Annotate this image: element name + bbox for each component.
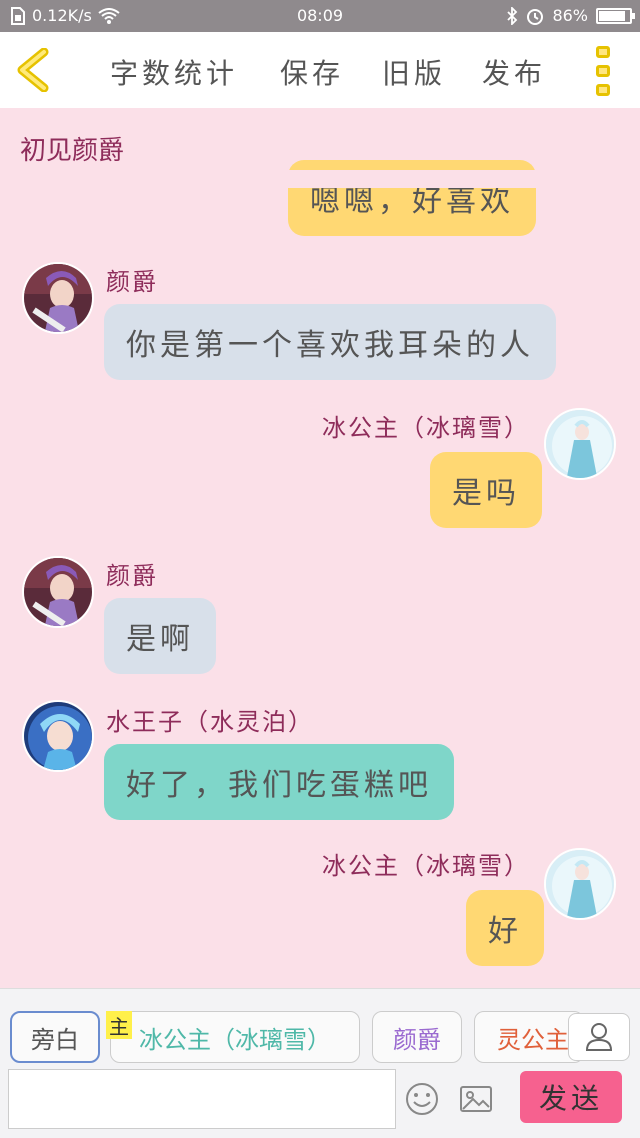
scroll-clip xyxy=(0,170,640,188)
battery-icon xyxy=(596,7,635,24)
save-button[interactable]: 保存 xyxy=(280,52,344,92)
chevron-left-icon xyxy=(17,47,49,93)
chat-bubble[interactable]: 好了，我们吃蛋糕吧 xyxy=(104,744,454,820)
avatar-ice-princess[interactable] xyxy=(544,848,616,920)
yanjue-avatar-icon xyxy=(24,264,92,332)
back-button[interactable] xyxy=(14,47,54,93)
image-icon xyxy=(460,1086,492,1112)
smiley-icon xyxy=(406,1083,438,1115)
image-button[interactable] xyxy=(458,1081,494,1117)
battery-percent: 86% xyxy=(552,6,588,25)
chat-bubble[interactable]: 好 xyxy=(466,890,544,966)
speaker-name: 冰公主（冰璃雪） xyxy=(322,414,530,442)
role-narrator-button[interactable]: 旁白 xyxy=(10,1011,100,1063)
speaker-name: 颜爵 xyxy=(106,562,158,590)
more-dot-icon xyxy=(596,84,610,96)
alarm-icon xyxy=(527,8,544,25)
speaker-name: 颜爵 xyxy=(106,268,158,296)
avatar-water-prince[interactable] xyxy=(22,700,94,772)
avatar-yanjue[interactable] xyxy=(22,556,94,628)
ice-princess-avatar-icon xyxy=(546,410,614,478)
yanjue-avatar-icon xyxy=(24,558,92,626)
status-bar: 0.12K/s 08:09 86% xyxy=(0,0,640,32)
chat-bubble[interactable]: 你是第一个喜欢我耳朵的人 xyxy=(104,304,556,380)
avatar-ice-princess[interactable] xyxy=(544,408,616,480)
composer-panel: 旁白 冰公主（冰璃雪） 主 颜爵 灵公主 发送 xyxy=(0,988,640,1138)
old-version-button[interactable]: 旧版 xyxy=(382,52,446,92)
chat-bubble[interactable]: 是吗 xyxy=(430,452,542,528)
story-title: 初见颜爵 xyxy=(20,136,125,166)
send-button[interactable]: 发送 xyxy=(520,1071,622,1123)
more-dot-icon xyxy=(596,46,610,58)
speaker-name: 水王子（水灵泊） xyxy=(106,708,314,736)
role-ice-princess-button[interactable]: 冰公主（冰璃雪） xyxy=(110,1011,360,1063)
avatar-yanjue[interactable] xyxy=(22,262,94,334)
more-dot-icon xyxy=(596,65,610,77)
ice-princess-avatar-icon xyxy=(546,850,614,918)
add-role-button[interactable] xyxy=(568,1013,630,1061)
user-icon xyxy=(585,1023,613,1051)
chat-bubble[interactable]: 是啊 xyxy=(104,598,216,674)
bluetooth-icon xyxy=(507,6,518,25)
speaker-name: 冰公主（冰璃雪） xyxy=(322,852,530,880)
role-yanjue-button[interactable]: 颜爵 xyxy=(372,1011,462,1063)
word-count-button[interactable]: 字数统计 xyxy=(110,52,238,92)
emoji-button[interactable] xyxy=(404,1081,440,1117)
top-toolbar: 字数统计 保存 旧版 发布 xyxy=(0,32,640,108)
message-input[interactable] xyxy=(8,1069,396,1129)
water-prince-avatar-icon xyxy=(24,702,92,770)
more-menu-button[interactable] xyxy=(596,46,618,96)
publish-button[interactable]: 发布 xyxy=(482,52,546,92)
main-role-badge: 主 xyxy=(106,1011,132,1039)
